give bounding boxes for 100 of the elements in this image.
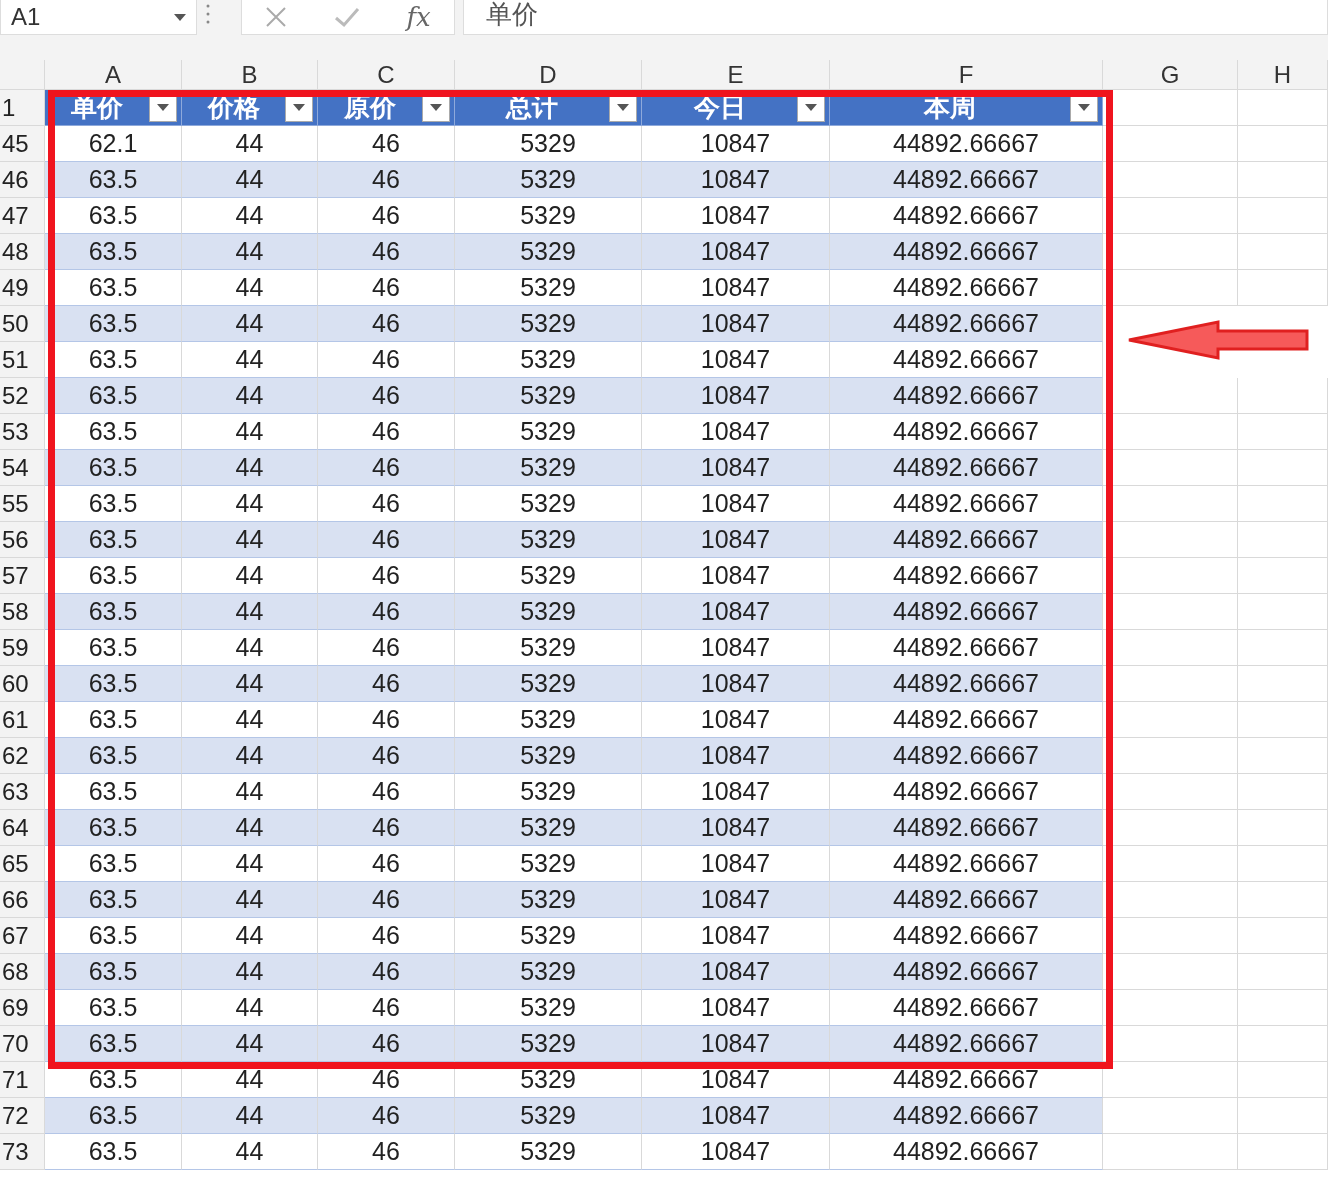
table-cell: 63.5: [45, 810, 182, 846]
row-header[interactable]: 57: [0, 558, 45, 594]
row-header[interactable]: 65: [0, 846, 45, 882]
row-header[interactable]: 54: [0, 450, 45, 486]
column-header[interactable]: C: [318, 60, 455, 90]
row-header[interactable]: 47: [0, 198, 45, 234]
table-cell: 63.5: [45, 450, 182, 486]
empty-cell[interactable]: [1103, 918, 1238, 954]
row-header[interactable]: 51: [0, 342, 45, 378]
caret-icon[interactable]: [174, 13, 186, 21]
row-header[interactable]: 66: [0, 882, 45, 918]
table-cell: 63.5: [45, 882, 182, 918]
formula-field[interactable]: 单价: [463, 0, 1328, 35]
insert-function-button[interactable]: fx: [406, 0, 431, 37]
table-cell: 46: [318, 954, 455, 990]
empty-cell[interactable]: [1238, 522, 1328, 558]
column-header[interactable]: H: [1238, 60, 1328, 90]
row-header[interactable]: 59: [0, 630, 45, 666]
table-cell: 46: [318, 882, 455, 918]
row-header[interactable]: 49: [0, 270, 45, 306]
row-header[interactable]: 73: [0, 1134, 45, 1170]
row-header[interactable]: 56: [0, 522, 45, 558]
table-cell: 44892.66667: [830, 1098, 1103, 1134]
table-cell: 10847: [642, 162, 830, 198]
close-icon[interactable]: [265, 6, 288, 28]
row-header[interactable]: 67: [0, 918, 45, 954]
empty-cell[interactable]: [1238, 1134, 1328, 1170]
row-header[interactable]: 72: [0, 1098, 45, 1134]
empty-cell[interactable]: [1238, 738, 1328, 774]
row-header[interactable]: 52: [0, 378, 45, 414]
empty-cell[interactable]: [1103, 270, 1238, 306]
row-header[interactable]: 55: [0, 486, 45, 522]
empty-cell[interactable]: [1103, 486, 1238, 522]
empty-cell[interactable]: [1103, 414, 1238, 450]
empty-cell[interactable]: [1238, 666, 1328, 702]
table-cell: 63.5: [45, 594, 182, 630]
empty-cell[interactable]: [1103, 126, 1238, 162]
empty-cell[interactable]: [1238, 198, 1328, 234]
empty-cell[interactable]: [1103, 774, 1238, 810]
row-header[interactable]: 70: [0, 1026, 45, 1062]
row-header[interactable]: 58: [0, 594, 45, 630]
empty-cell[interactable]: [1103, 1062, 1238, 1098]
table-cell: 5329: [455, 1098, 642, 1134]
row-header[interactable]: 68: [0, 954, 45, 990]
empty-cell[interactable]: [1238, 234, 1328, 270]
empty-cell[interactable]: [1238, 594, 1328, 630]
empty-cell[interactable]: [1238, 918, 1328, 954]
empty-cell[interactable]: [1238, 90, 1328, 126]
column-header[interactable]: A: [45, 60, 182, 90]
row-header[interactable]: 53: [0, 414, 45, 450]
empty-cell[interactable]: [1238, 558, 1328, 594]
empty-cell[interactable]: [1238, 846, 1328, 882]
row-header[interactable]: 45: [0, 126, 45, 162]
column-header[interactable]: D: [455, 60, 642, 90]
column-header[interactable]: G: [1103, 60, 1238, 90]
name-box[interactable]: A1: [0, 0, 197, 35]
empty-cell[interactable]: [1238, 450, 1328, 486]
row-header[interactable]: 64: [0, 810, 45, 846]
empty-cell[interactable]: [1103, 198, 1238, 234]
row-header[interactable]: 48: [0, 234, 45, 270]
empty-cell[interactable]: [1238, 954, 1328, 990]
empty-cell[interactable]: [1238, 270, 1328, 306]
column-header[interactable]: E: [642, 60, 830, 90]
empty-cell[interactable]: [1103, 558, 1238, 594]
empty-cell[interactable]: [1103, 702, 1238, 738]
table-cell: 63.5: [45, 378, 182, 414]
empty-cell[interactable]: [1238, 1098, 1328, 1134]
row-header[interactable]: 71: [0, 1062, 45, 1098]
table-cell: 44: [182, 882, 318, 918]
empty-cell[interactable]: [1238, 378, 1328, 414]
row-header[interactable]: 46: [0, 162, 45, 198]
empty-cell[interactable]: [1238, 702, 1328, 738]
empty-cell[interactable]: [1238, 1026, 1328, 1062]
row-header[interactable]: 62: [0, 738, 45, 774]
table-cell: 63.5: [45, 162, 182, 198]
row-header[interactable]: 63: [0, 774, 45, 810]
empty-cell[interactable]: [1103, 630, 1238, 666]
empty-cell[interactable]: [1103, 846, 1238, 882]
empty-cell[interactable]: [1238, 630, 1328, 666]
empty-cell[interactable]: [1238, 162, 1328, 198]
empty-cell[interactable]: [1238, 486, 1328, 522]
empty-cell[interactable]: [1238, 990, 1328, 1026]
check-icon[interactable]: [333, 6, 360, 28]
row-header[interactable]: 60: [0, 666, 45, 702]
row-header[interactable]: 1: [0, 90, 45, 126]
empty-cell[interactable]: [1238, 414, 1328, 450]
drag-handle-icon[interactable]: [205, 3, 211, 25]
empty-cell[interactable]: [1103, 1134, 1238, 1170]
column-header[interactable]: F: [830, 60, 1103, 90]
column-header[interactable]: B: [182, 60, 318, 90]
empty-cell[interactable]: [1103, 990, 1238, 1026]
empty-cell[interactable]: [1238, 810, 1328, 846]
empty-cell[interactable]: [1238, 774, 1328, 810]
select-all-corner[interactable]: [0, 60, 45, 90]
empty-cell[interactable]: [1238, 882, 1328, 918]
empty-cell[interactable]: [1238, 126, 1328, 162]
row-header[interactable]: 61: [0, 702, 45, 738]
empty-cell[interactable]: [1238, 1062, 1328, 1098]
row-header[interactable]: 69: [0, 990, 45, 1026]
row-header[interactable]: 50: [0, 306, 45, 342]
